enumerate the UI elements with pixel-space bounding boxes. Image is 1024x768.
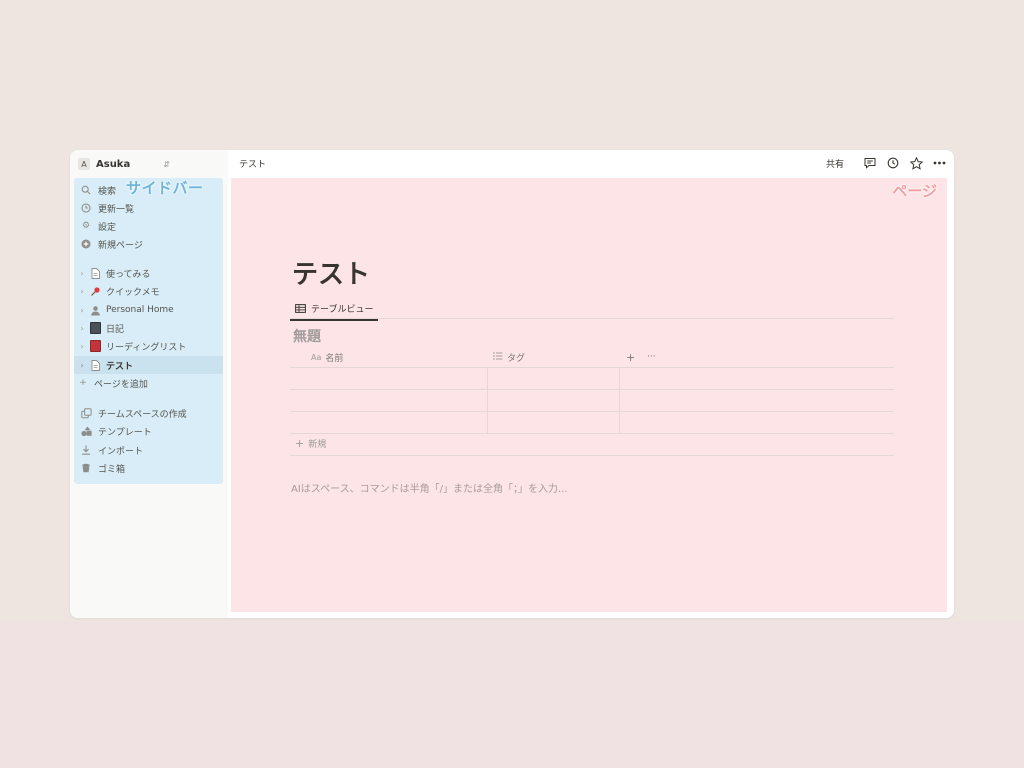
- sidebar-item-settings[interactable]: ⚙ 設定: [74, 217, 223, 235]
- sidebar-item-import[interactable]: インポート: [74, 441, 223, 459]
- workspace-name: Asuka: [96, 158, 131, 170]
- sidebar: A Asuka ⇵ 検索 サイドバー 更新一覧 ⚙ 設定 新規ページ › 使って…: [70, 150, 228, 618]
- page-icon: [89, 267, 101, 279]
- plus-icon: +: [79, 378, 87, 388]
- workspace-switcher[interactable]: A Asuka ⇵: [78, 154, 222, 174]
- pin-icon: [89, 285, 101, 297]
- sidebar-item-label: ゴミ箱: [98, 464, 126, 475]
- more-icon[interactable]: [932, 156, 946, 170]
- chevron-right-icon[interactable]: ›: [78, 342, 86, 351]
- sidebar-item-new-page[interactable]: 新規ページ: [74, 235, 223, 253]
- sidebar-item-label: テスト: [106, 361, 134, 372]
- star-icon[interactable]: [909, 156, 923, 170]
- import-icon: [80, 444, 92, 456]
- add-column-button[interactable]: +: [626, 348, 635, 366]
- sidebar-page-reading-list[interactable]: › リーディングリスト: [74, 337, 223, 355]
- app-window: A Asuka ⇵ 検索 サイドバー 更新一覧 ⚙ 設定 新規ページ › 使って…: [70, 150, 954, 618]
- database-title[interactable]: 無題: [293, 326, 321, 346]
- teamspace-icon: [80, 407, 92, 419]
- sidebar-add-page[interactable]: + ページを追加: [74, 374, 223, 392]
- page-title[interactable]: テスト: [292, 254, 370, 291]
- sidebar-item-templates[interactable]: テンプレート: [74, 422, 223, 440]
- share-button[interactable]: 共有: [826, 157, 844, 170]
- divider: [290, 318, 894, 319]
- column-label: タグ: [507, 353, 526, 364]
- text-property-icon: Aa: [311, 352, 322, 362]
- sidebar-annotation: サイドバー: [126, 179, 204, 197]
- table-header-divider: [290, 367, 894, 368]
- page-annotation: ページ: [892, 182, 937, 200]
- clock-icon: [80, 202, 92, 214]
- plus-icon: +: [295, 437, 305, 450]
- trash-icon: [80, 462, 92, 474]
- sidebar-item-label: 更新一覧: [98, 204, 135, 215]
- sidebar-page-test[interactable]: › テスト: [74, 356, 223, 374]
- chevron-right-icon[interactable]: ›: [78, 361, 86, 370]
- topbar-actions: 共有: [826, 156, 946, 170]
- column-label: 名前: [325, 353, 344, 364]
- column-header-name[interactable]: Aa 名前: [311, 348, 343, 366]
- sidebar-page-personal-home[interactable]: › Personal Home: [74, 301, 223, 319]
- table-row[interactable]: [290, 411, 894, 412]
- chevron-updown-icon: ⇵: [163, 159, 170, 169]
- sidebar-item-label: インポート: [98, 446, 144, 457]
- sidebar-item-label: 日記: [106, 324, 125, 335]
- sidebar-page-quick-memo[interactable]: › クイックメモ: [74, 282, 223, 300]
- page-icon: [89, 359, 101, 371]
- sidebar-page-diary[interactable]: › 日記: [74, 319, 223, 337]
- sidebar-item-label: リーディングリスト: [106, 342, 187, 353]
- table-icon: [295, 303, 306, 313]
- history-icon[interactable]: [886, 156, 900, 170]
- list-icon: [493, 352, 503, 362]
- notebook-icon: [89, 322, 101, 334]
- page-area: ページ テスト テーブルビュー 無題 Aa 名前 タグ + ··· + 新規 A…: [231, 178, 947, 612]
- background-floor: [0, 622, 1024, 768]
- sidebar-item-create-teamspace[interactable]: チームスペースの作成: [74, 404, 223, 422]
- column-more-button[interactable]: ···: [647, 348, 656, 366]
- sidebar-item-label: 設定: [98, 222, 117, 233]
- sidebar-item-updates[interactable]: 更新一覧: [74, 199, 223, 217]
- sidebar-item-label: ページを追加: [94, 379, 148, 390]
- chevron-right-icon[interactable]: ›: [78, 306, 86, 315]
- sidebar-item-trash[interactable]: ゴミ箱: [74, 459, 223, 477]
- book-icon: [89, 340, 101, 352]
- new-row-button[interactable]: + 新規: [295, 437, 326, 450]
- sidebar-page-getting-started[interactable]: › 使ってみる: [74, 264, 223, 282]
- new-row-label: 新規: [308, 440, 327, 450]
- breadcrumb[interactable]: テスト: [239, 157, 266, 170]
- table-row[interactable]: [290, 433, 894, 434]
- divider: [290, 455, 894, 456]
- workspace-avatar: A: [78, 158, 90, 170]
- sidebar-item-label: テンプレート: [98, 427, 152, 438]
- column-divider: [487, 367, 488, 433]
- chevron-right-icon[interactable]: ›: [78, 287, 86, 296]
- sidebar-item-label: 使ってみる: [106, 269, 151, 280]
- comment-icon[interactable]: [863, 156, 877, 170]
- column-divider: [619, 367, 620, 433]
- sidebar-item-label: チームスペースの作成: [98, 409, 187, 420]
- column-header-tag[interactable]: タグ: [493, 348, 525, 366]
- topbar: テスト 共有: [228, 150, 954, 176]
- sidebar-item-label: 検索: [98, 186, 117, 197]
- sidebar-item-label: 新規ページ: [98, 240, 143, 251]
- chevron-right-icon[interactable]: ›: [78, 324, 86, 333]
- plus-circle-icon: [80, 238, 92, 250]
- person-icon: [89, 304, 101, 316]
- editor-placeholder[interactable]: AIはスペース、コマンドは半角「/」または全角「；」を入力...: [291, 480, 568, 495]
- table-row[interactable]: [290, 389, 894, 390]
- chevron-right-icon[interactable]: ›: [78, 269, 86, 278]
- sidebar-item-label: クイックメモ: [106, 287, 160, 298]
- sidebar-item-label: Personal Home: [106, 305, 174, 315]
- template-icon: [80, 425, 92, 437]
- gear-icon: ⚙: [81, 221, 91, 231]
- search-icon: [80, 184, 92, 196]
- tab-label: テーブルビュー: [311, 304, 374, 315]
